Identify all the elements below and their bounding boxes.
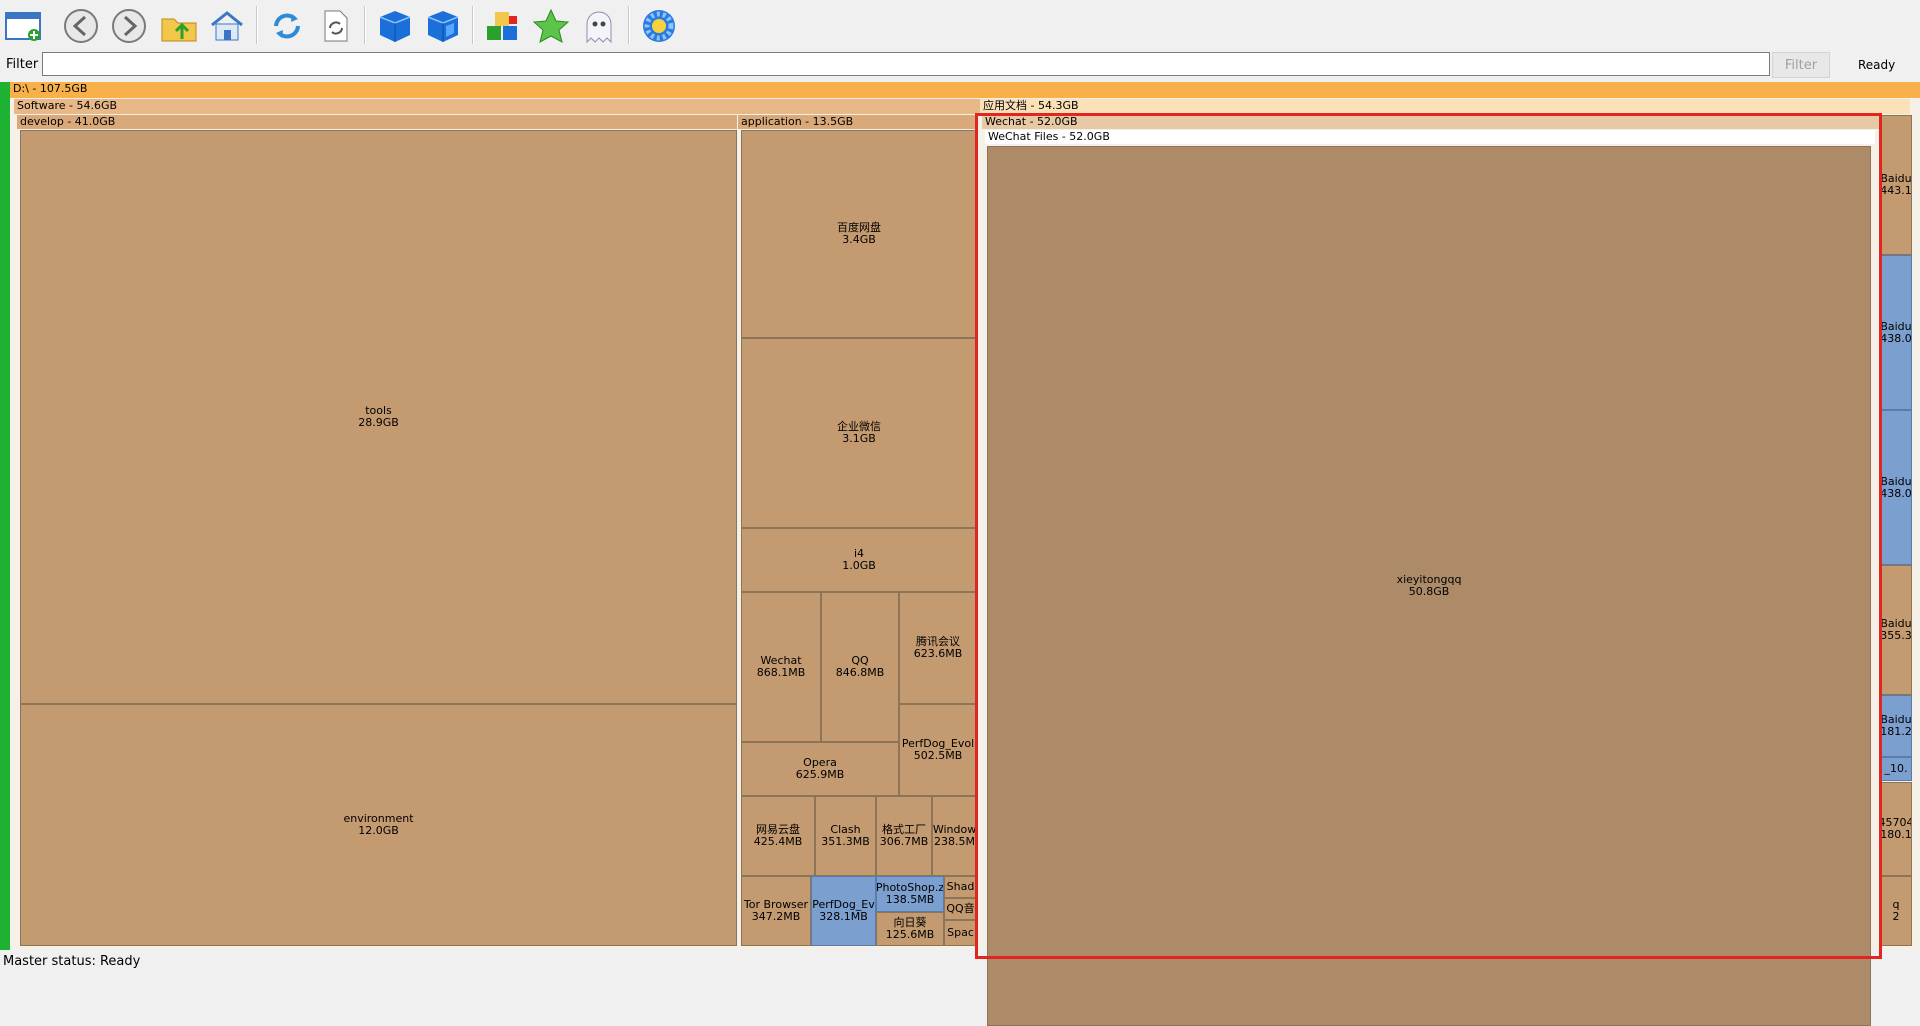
cell-size: 50.8GB [1408,585,1450,598]
cell-size: 355.3 [1880,629,1912,642]
treemap-cell[interactable]: PerfDog_Ev 328.1MB [811,876,876,946]
cell-size: 425.4MB [753,835,803,848]
treemap-cell[interactable]: Spac [944,920,977,946]
treemap-cell[interactable]: PhotoShop.z 138.5MB [876,876,944,912]
treemap-cell[interactable]: Baidu 438.0 [1880,255,1912,410]
treemap-cell[interactable]: QQ 846.8MB [821,592,899,742]
cell-size: 181.2 [1880,725,1912,738]
cell-size: 623.6MB [913,647,963,660]
treemap-cell[interactable]: 格式工厂 306.7MB [876,796,932,876]
cell-name: Baidu [1880,474,1912,488]
home-icon[interactable] [206,6,248,46]
filter-input[interactable] [42,52,1770,76]
cell-size: 238.5M [934,835,975,848]
cell-name: Spac [947,926,974,939]
treemap-cell[interactable]: 向日葵 125.6MB [876,912,944,946]
treemap-cell[interactable]: 百度网盘 3.4GB [741,130,977,338]
treemap-cell[interactable]: Window 238.5M [932,796,977,876]
treemap-cell-environment[interactable]: environment 12.0GB [20,704,737,946]
treemap-cell-xieyitongqq[interactable]: xieyitongqq 50.8GB [987,146,1871,1026]
forward-icon[interactable] [108,6,150,46]
up-folder-icon[interactable] [158,6,200,46]
treemap-cell[interactable]: Opera 625.9MB [741,742,899,796]
toolbar-separator [364,6,366,44]
cell-name: Shad [946,880,975,893]
toolbar-separator [472,6,474,44]
cell-size: 3.4GB [842,233,876,246]
cell-size: 347.2MB [751,910,801,923]
treemap-cell[interactable]: QQ音 [944,898,977,920]
cell-size: 438.0 [1880,331,1912,345]
root-header[interactable]: D:\ - 107.5GB [10,82,1920,98]
settings-gear-icon[interactable] [638,6,680,46]
cell-size: 846.8MB [835,666,885,679]
cell-size: 138.5MB [885,893,935,906]
refresh-icon[interactable] [266,6,308,46]
wechat-header[interactable]: Wechat - 52.0GB [982,115,1880,129]
app-docs-header[interactable]: 应用文档 - 54.3GB [980,99,1910,114]
treemap[interactable]: D:\ - 107.5GB Software - 54.6GB 应用文档 - 5… [0,82,1920,1026]
cell-size: 625.9MB [795,768,845,781]
cell-size: 328.1MB [819,910,868,923]
cell-size: 306.7MB [879,835,929,848]
cell-size: 351.3MB [821,835,870,848]
toolbar-separator [628,6,630,44]
treemap-cell[interactable]: 腾讯会议 623.6MB [899,592,977,704]
treemap-cell[interactable]: Tor Browser 347.2MB [741,876,811,946]
cell-size: 12.0GB [358,824,399,837]
filter-label: Filter [6,57,39,72]
treemap-cell[interactable]: Shad [944,876,977,898]
blocks-icon[interactable] [482,6,524,46]
cell-size: 502.5MB [913,749,963,762]
cell-name: QQ音 [946,902,975,915]
cell-size: 438.0 [1880,486,1912,500]
treemap-cell[interactable]: 网易云盘 425.4MB [741,796,815,876]
application-header[interactable]: application - 13.5GB [738,115,976,129]
cell-size: 443.1 [1880,184,1912,197]
cell-size: 125.6MB [885,928,935,941]
cell-name: Baidu [1880,319,1912,333]
filter-button[interactable]: Filter [1772,52,1830,78]
cell-size: 1.0GB [842,559,876,572]
treemap-cell[interactable]: i4 1.0GB [741,528,977,592]
refresh-page-icon[interactable] [314,6,356,46]
treemap-cell[interactable]: Baidu 443.1 [1880,115,1912,255]
cube-icon[interactable] [374,6,416,46]
software-header[interactable]: Software - 54.6GB [14,99,980,114]
treemap-cell[interactable]: Baidu 355.3 [1880,565,1912,695]
cell-size: 28.9GB [358,416,399,429]
treemap-cell-tools[interactable]: tools 28.9GB [20,130,737,704]
treemap-cell[interactable]: q2 [1880,876,1912,946]
status-bar: Master status: Ready [3,954,141,969]
treemap-cell[interactable]: _10. [1880,757,1912,781]
treemap-cell[interactable]: Clash 351.3MB [815,796,876,876]
toolbar-separator [256,6,258,44]
back-icon[interactable] [60,6,102,46]
ghost-icon[interactable] [578,6,620,46]
root-level-bar [0,82,10,950]
treemap-cell[interactable]: PerfDog_Evol 502.5MB [899,704,977,796]
new-window-icon[interactable] [2,6,44,46]
cell-size: 2 [1892,910,1900,923]
cube-alt-icon[interactable] [422,6,464,46]
toolbar [0,0,1920,50]
cell-name: _10. [1884,762,1908,775]
treemap-cell[interactable]: Baidu 438.0 [1880,410,1912,565]
star-icon[interactable] [530,6,572,46]
ready-status: Ready [1858,58,1896,72]
treemap-cell[interactable]: Baidu 181.2 [1880,695,1912,757]
cell-size: 868.1MB [756,666,806,679]
treemap-cell[interactable]: Wechat 868.1MB [741,592,821,742]
wechat-files-header[interactable]: WeChat Files - 52.0GB [985,130,1875,144]
cell-size: 180.1 [1880,828,1912,841]
treemap-cell[interactable]: 企业微信 3.1GB [741,338,977,528]
develop-header[interactable]: develop - 41.0GB [17,115,737,129]
cell-size: 3.1GB [842,432,876,445]
treemap-cell[interactable]: 45704 180.1 [1880,782,1912,876]
